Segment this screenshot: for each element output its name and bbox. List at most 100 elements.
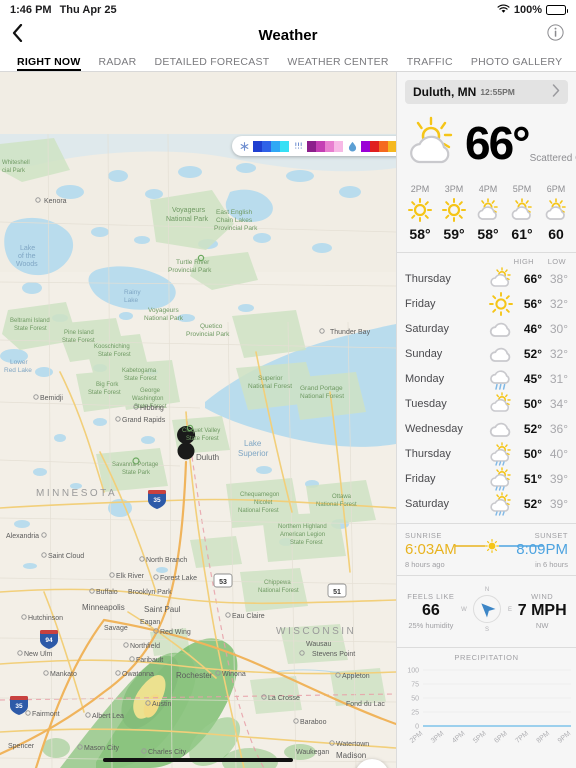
- hour-temp: 58°: [409, 226, 431, 242]
- map-label: Whiteshell: [2, 160, 30, 166]
- current-temperature: 66°: [465, 117, 531, 169]
- y-tick-label: 100: [407, 667, 419, 674]
- day-name: Saturday: [405, 498, 450, 510]
- rain-cloud-icon: [486, 366, 516, 392]
- map-label: Washington: [132, 396, 163, 402]
- day-high: 46°: [523, 322, 542, 336]
- map-label: Superior: [238, 449, 269, 458]
- day-low: 39°: [549, 472, 568, 486]
- hour-temp: 59°: [443, 226, 465, 242]
- map-label: National Park: [166, 216, 209, 223]
- daily-column-headers: HIGH LOW: [405, 257, 568, 266]
- low-header: LOW: [547, 256, 566, 266]
- map-label: Woods: [16, 261, 38, 268]
- map-label: Mason City: [84, 745, 120, 752]
- tab-right-now[interactable]: RIGHT NOW: [8, 56, 90, 71]
- precipitation-title: PRECIPITATION: [454, 653, 519, 662]
- map-label: La Crosse: [268, 695, 300, 702]
- map-label: Northern Highland: [278, 524, 327, 530]
- map-label: Fond du Lac: [346, 701, 385, 708]
- x-tick-label: 4PM: [451, 730, 467, 745]
- map-label: Savanna Portage: [112, 462, 159, 468]
- map-label: Saint Cloud: [48, 553, 84, 560]
- status-date: Thu Apr 25: [59, 4, 117, 16]
- main-content: 35 53 51 94 35 Voyageurs National Park E…: [0, 72, 576, 768]
- daily-forecast-row[interactable]: Thursday 50° 40°: [405, 442, 568, 467]
- home-indicator: [103, 758, 293, 762]
- back-button[interactable]: [12, 23, 34, 47]
- map-label: Ottawa: [332, 494, 352, 500]
- tab-radar[interactable]: RADAR: [90, 56, 146, 71]
- tab-traffic[interactable]: TRAFFIC: [398, 56, 462, 71]
- map-label: American Legion: [280, 532, 325, 538]
- weather-app: 1:46 PM Thu Apr 25 100% Weather RIGHT NO…: [0, 0, 576, 768]
- compass-s: S: [484, 627, 488, 633]
- wind-group: WIND 7 MPH NW: [514, 592, 570, 630]
- map-label: Red Lake: [4, 367, 32, 374]
- feels-like-label: FEELS LIKE: [407, 592, 455, 601]
- map-label: Lake: [244, 439, 262, 448]
- map-label: Faribault: [136, 657, 163, 664]
- map-label: Kenora: [44, 198, 67, 205]
- map-canvas[interactable]: 35 53 51 94 35 VoyageursNational ParkEas…: [0, 72, 396, 768]
- x-tick-label: 9PM: [557, 730, 573, 745]
- forecast-sidebar[interactable]: Duluth, MN 12:55PM 66° Scattered 2PM 58°…: [396, 72, 576, 768]
- daily-forecast-row[interactable]: Saturday 46° 30°: [405, 317, 568, 342]
- map-label: State Forest: [14, 326, 47, 332]
- map-label: State Forest: [98, 352, 131, 358]
- map-label: Superior: [258, 375, 283, 382]
- day-name: Friday: [405, 473, 436, 485]
- nav-bar: Weather: [0, 20, 576, 50]
- chevron-right-icon: [552, 84, 560, 100]
- day-name: Thursday: [405, 273, 451, 285]
- map-label: George: [140, 388, 161, 394]
- daily-forecast-row[interactable]: Saturday 52° 39°: [405, 492, 568, 517]
- day-high: 66°: [523, 272, 542, 286]
- daily-forecast-row[interactable]: Monday 45° 31°: [405, 367, 568, 392]
- wind-direction-icon: [480, 602, 495, 617]
- y-tick-label: 50: [411, 695, 419, 702]
- daily-forecast-row[interactable]: Friday 56° 32°: [405, 292, 568, 317]
- map-label: Voyageurs: [172, 207, 206, 214]
- daily-forecast-row[interactable]: Thursday 66° 38°: [405, 267, 568, 292]
- map-label: Provincial Park: [168, 267, 212, 274]
- sun-behind-cloud-icon: [486, 266, 516, 292]
- tab-weather-stories[interactable]: WEATHER STORIES: [571, 56, 576, 71]
- tab-weather-center[interactable]: WEATHER CENTER: [278, 56, 397, 71]
- compass-e: E: [507, 607, 511, 613]
- map-label: Waukegan: [296, 749, 329, 756]
- map-label: Voyageurs: [148, 307, 179, 314]
- map-label: Big Fork: [96, 382, 119, 388]
- map-label: North Branch: [146, 557, 187, 564]
- daily-forecast-row[interactable]: Wednesday 52° 36°: [405, 417, 568, 442]
- location-selector[interactable]: Duluth, MN 12:55PM: [405, 80, 568, 104]
- daily-forecast-row[interactable]: Sunday 52° 32°: [405, 342, 568, 367]
- map-label: Eagan: [140, 619, 160, 626]
- daily-forecast-row[interactable]: Friday 51° 39°: [405, 467, 568, 492]
- hourly-item: 2PM 58°: [403, 184, 437, 242]
- radar-map[interactable]: 35 53 51 94 35 Voyageurs National Park E…: [0, 72, 396, 768]
- daily-forecast[interactable]: HIGH LOW Thursday 66° 38° Friday 56° 32° S…: [397, 253, 576, 523]
- day-low: 39°: [549, 497, 568, 511]
- day-low: 38°: [549, 272, 568, 286]
- map-label: Quetico: [200, 323, 223, 330]
- tab-detailed-forecast[interactable]: DETAILED FORECAST: [146, 56, 279, 71]
- svg-text:94: 94: [45, 637, 53, 644]
- daily-forecast-row[interactable]: Tuesday 50° 34°: [405, 392, 568, 417]
- map-label: Buffalo: [96, 589, 118, 596]
- hour-temp: 58°: [477, 226, 499, 242]
- tab-photo-gallery[interactable]: PHOTO GALLERY: [462, 56, 572, 71]
- hourly-forecast[interactable]: 2PM 58° 3PM 59° 4PM 58° 5PM 61° 6PM 60: [397, 180, 576, 252]
- radar-legend[interactable]: [232, 136, 396, 156]
- sun-times: SUNRISE SUNSET 6:03AM 8:09PM 8 hours ago…: [397, 523, 576, 575]
- day-low: 36°: [549, 422, 568, 436]
- tab-bar[interactable]: RIGHT NOW RADAR DETAILED FORECAST WEATHE…: [0, 50, 576, 72]
- hour-time: 4PM: [478, 184, 498, 194]
- map-label: State Forest: [186, 436, 219, 442]
- map-label: Appleton: [342, 673, 370, 680]
- info-button[interactable]: [547, 24, 564, 46]
- precipitation-plot: 100 75 50 25 02PM 3PM 4PM 5PM 6PM 7PM 8PM 9PM: [407, 667, 573, 745]
- map-label: Forest Lake: [160, 575, 197, 582]
- day-low: 30°: [549, 322, 568, 336]
- map-label: National Forest: [238, 508, 279, 514]
